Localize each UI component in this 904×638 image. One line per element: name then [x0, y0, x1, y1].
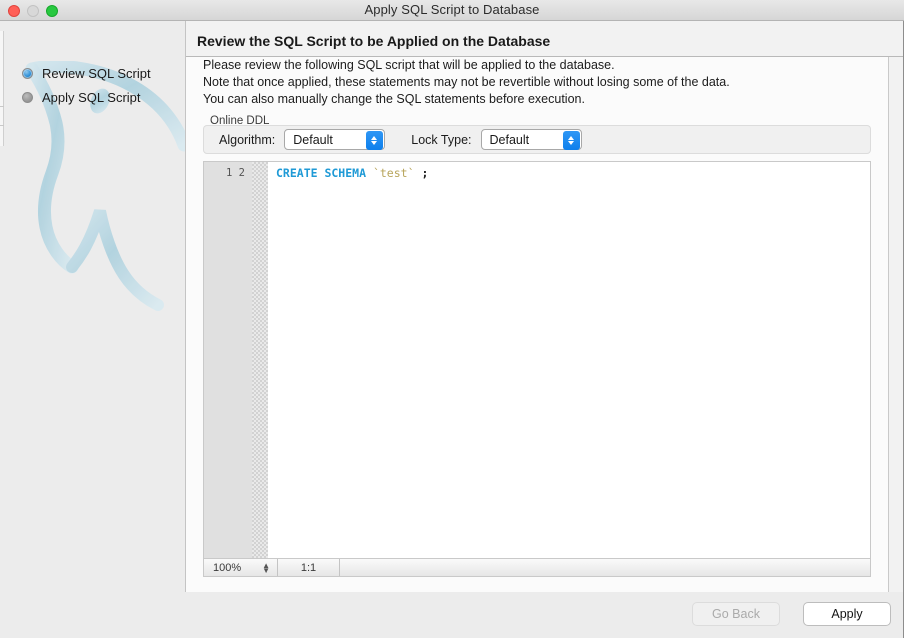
line-number: 2 [238, 167, 245, 179]
editor-code-content[interactable]: CREATE SCHEMA `test` ; [268, 162, 870, 558]
editor-zoom-control[interactable]: 100% ▲ ▼ [204, 559, 278, 576]
sidebar-step-review-sql-script[interactable]: Review SQL Script [0, 61, 185, 85]
wizard-sidebar: Review SQL Script Apply SQL Script [0, 21, 185, 638]
editor-zoom-level: 100% [213, 561, 242, 574]
lock-type-label: Lock Type: [411, 132, 472, 147]
step-bullet-inactive-icon [22, 91, 33, 103]
intro-line-2: Note that once applied, these statements… [203, 75, 730, 89]
zoom-button[interactable] [46, 5, 58, 17]
algorithm-label: Algorithm: [219, 132, 276, 147]
algorithm-select[interactable]: Default [284, 129, 386, 150]
main-panel: Review the SQL Script to be Applied on t… [185, 21, 904, 638]
lock-type-select-value: Default [489, 132, 530, 147]
editor-status-bar: 100% ▲ ▼ 1:1 [203, 559, 871, 577]
editor-line-numbers: 1 2 [204, 162, 252, 558]
intro-line-1: Please review the following SQL script t… [203, 58, 615, 72]
dialog-footer: Go Back Apply [185, 592, 903, 638]
chevron-updown-icon[interactable]: ▲ ▼ [262, 561, 270, 574]
page-title: Review the SQL Script to be Applied on t… [197, 33, 551, 49]
online-ddl-controls: Algorithm: Default Lock Type: Default [203, 125, 871, 154]
intro-line-3: You can also manually change the SQL sta… [203, 92, 585, 106]
editor-marker-margin[interactable] [252, 162, 268, 558]
sql-space-token [366, 166, 373, 180]
wizard-step-list: Review SQL Script Apply SQL Script [0, 21, 185, 109]
editor-cursor-position: 1:1 [278, 559, 340, 576]
apply-sql-script-dialog: Apply SQL Script to Database Review SQL … [0, 0, 904, 638]
line-number: 1 [226, 167, 233, 179]
sql-keyword-token: CREATE SCHEMA [276, 166, 367, 180]
close-button[interactable] [8, 5, 20, 17]
sidebar-step-label: Review SQL Script [42, 65, 151, 81]
sql-identifier-token: `test` [372, 166, 415, 180]
lock-type-select[interactable]: Default [480, 129, 582, 150]
algorithm-select-value: Default [293, 132, 333, 147]
sql-punctuation-token: ; [421, 166, 429, 180]
window-traffic-lights [8, 5, 58, 17]
sql-script-editor[interactable]: 1 2 CREATE SCHEMA `test` ; [203, 161, 871, 559]
intro-text: Please review the following SQL script t… [203, 57, 730, 108]
window-titlebar: Apply SQL Script to Database [0, 0, 904, 21]
chevron-updown-icon[interactable] [562, 131, 580, 150]
go-back-button[interactable]: Go Back [692, 602, 780, 626]
chevron-updown-icon[interactable] [366, 131, 384, 150]
sidebar-step-apply-sql-script[interactable]: Apply SQL Script [0, 85, 185, 109]
minimize-button[interactable] [27, 5, 39, 17]
sidebar-step-label: Apply SQL Script [42, 89, 141, 105]
step-bullet-active-icon [22, 67, 33, 79]
window-title: Apply SQL Script to Database [364, 2, 540, 17]
apply-button[interactable]: Apply [803, 602, 891, 626]
